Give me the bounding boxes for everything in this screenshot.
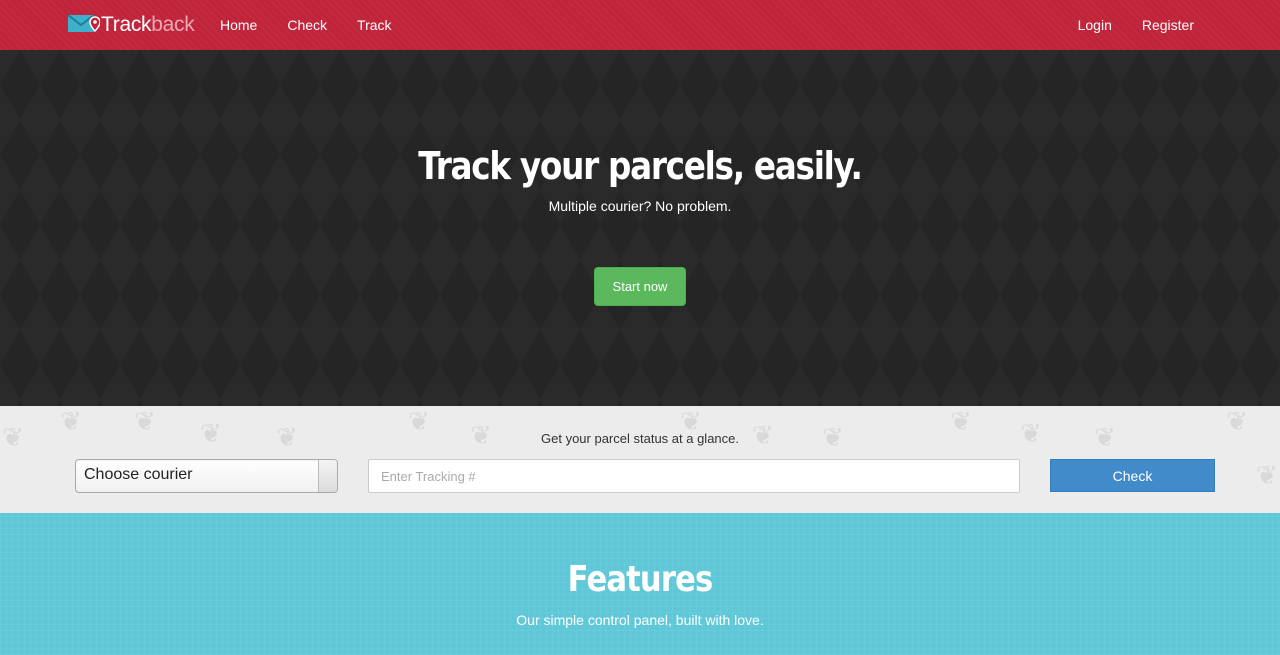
quick-check-label: Get your parcel status at a glance. <box>541 431 739 446</box>
nav-track[interactable]: Track <box>357 17 391 33</box>
leaf-pattern-icon: ❦ <box>1256 460 1278 490</box>
features-section: Features Our simple control panel, built… <box>0 513 1280 655</box>
quick-check-section: ❦ ❦ ❦ ❦ ❦ ❦ ❦ ❦ ❦ ❦ ❦ ❦ ❦ ❦ ❦ Get your p… <box>0 406 1280 513</box>
hero-subtitle: Multiple courier? No problem. <box>548 198 732 214</box>
select-arrow-icon <box>318 460 337 492</box>
nav-check[interactable]: Check <box>287 17 327 33</box>
check-button[interactable]: Check <box>1050 459 1215 492</box>
courier-select-value: Choose courier <box>84 466 193 483</box>
courier-select[interactable]: Choose courier <box>75 459 338 493</box>
features-title: Features <box>567 559 714 600</box>
brand-logo[interactable]: Trackback <box>67 12 195 38</box>
start-now-button[interactable]: Start now <box>594 267 686 306</box>
nav-register[interactable]: Register <box>1142 17 1194 33</box>
tracking-number-input[interactable] <box>368 459 1020 493</box>
top-navbar: Trackback Home Check Track Login Registe… <box>0 0 1280 50</box>
account-nav: Login Register <box>1048 0 1194 50</box>
nav-login[interactable]: Login <box>1078 17 1112 33</box>
envelope-pin-icon <box>67 13 101 37</box>
nav-home[interactable]: Home <box>220 17 257 33</box>
features-subtitle: Our simple control panel, built with lov… <box>516 612 764 628</box>
brand-name: Trackback <box>101 13 195 36</box>
primary-nav: Home Check Track <box>220 0 422 50</box>
hero-title: Track your parcels, easily. <box>418 144 863 188</box>
hero-section: Track your parcels, easily. Multiple cou… <box>0 50 1280 406</box>
